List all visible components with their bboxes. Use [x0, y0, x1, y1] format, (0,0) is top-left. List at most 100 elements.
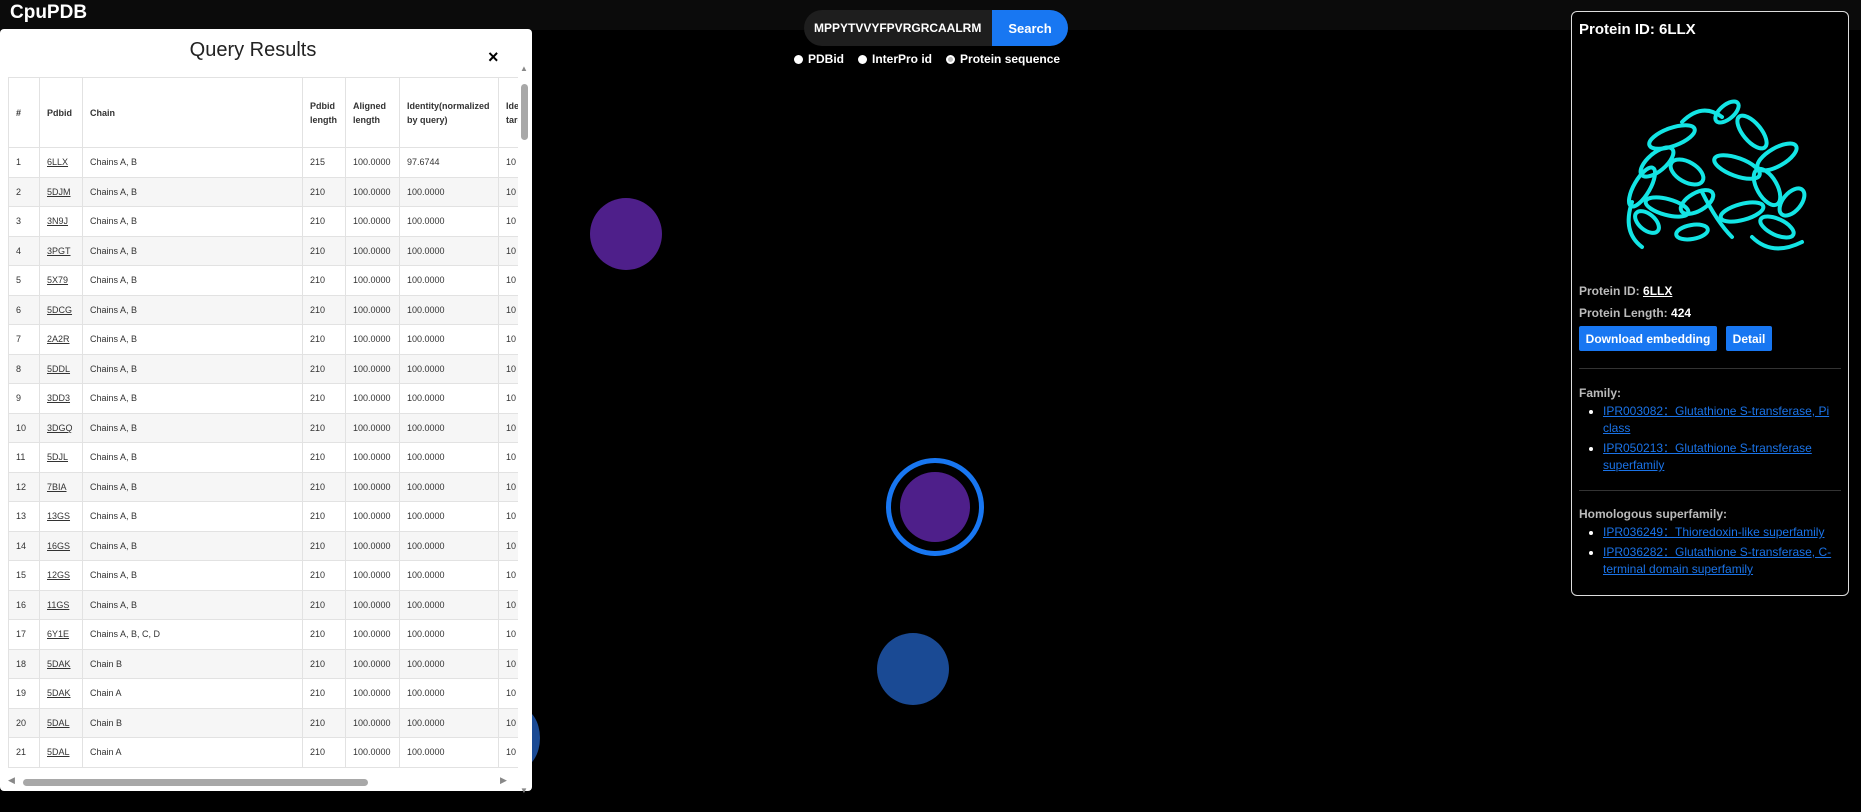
pdbid-link[interactable]: 16GS — [47, 541, 70, 551]
pdbid-link[interactable]: 5DAL — [47, 718, 70, 728]
pdbid-link[interactable]: 3DD3 — [47, 393, 70, 403]
table-row[interactable]: 7 2A2R Chains A, B 210 100.0000 100.0000 10 — [8, 324, 518, 355]
pdbid-link[interactable]: 5DDL — [47, 364, 70, 374]
radio-sequence-dot[interactable] — [946, 54, 956, 64]
table-row[interactable]: 11 5DJL Chains A, B 210 100.0000 100.0000 10 — [8, 442, 518, 473]
scroll-down-icon[interactable]: ▼ — [520, 786, 528, 795]
table-cell: 1 — [8, 147, 40, 178]
pdbid-link[interactable]: 3DGQ — [47, 423, 73, 433]
pdbid-link[interactable]: 5DJL — [47, 452, 68, 462]
table-cell: 100.0000 — [399, 294, 499, 325]
pdbid-link[interactable]: 3N9J — [47, 216, 68, 226]
homologous-link[interactable]: IPR036282：Glutathione S-transferase, C-t… — [1603, 545, 1831, 576]
detail-button[interactable]: Detail — [1726, 326, 1772, 351]
pdbid-link[interactable]: 13GS — [47, 511, 70, 521]
table-cell: 10 — [498, 737, 518, 768]
pdbid-link[interactable]: 6Y1E — [47, 629, 69, 639]
column-header[interactable]: Aligned length — [345, 77, 400, 148]
app-logo[interactable]: CpuPDB — [10, 2, 87, 24]
close-icon[interactable]: × — [488, 47, 499, 68]
table-cell: 100.0000 — [399, 442, 499, 473]
table-cell: Chain A — [82, 678, 303, 709]
radio-pdbid-dot[interactable] — [794, 54, 803, 64]
selected-protein-node[interactable] — [886, 458, 984, 556]
table-row[interactable]: 18 5DAK Chain B 210 100.0000 100.0000 10 — [8, 648, 518, 679]
column-header[interactable]: Pdbid length — [302, 77, 346, 148]
table-row[interactable]: 14 16GS Chains A, B 210 100.0000 100.0000 10 — [8, 530, 518, 561]
horizontal-scrollbar[interactable]: ◀ ▶ — [8, 775, 518, 789]
scroll-right-icon[interactable]: ▶ — [500, 775, 507, 786]
pdbid-cell: 5X79 — [39, 265, 83, 296]
scroll-left-icon[interactable]: ◀ — [8, 775, 15, 786]
column-header[interactable]: # — [8, 77, 40, 148]
family-link[interactable]: IPR003082：Glutathione S-transferase, Pi … — [1603, 404, 1829, 435]
table-cell: 210 — [302, 265, 346, 296]
column-header[interactable]: Pdbid — [39, 77, 83, 148]
table-row[interactable]: 19 5DAK Chain A 210 100.0000 100.0000 10 — [8, 678, 518, 709]
table-row[interactable]: 5 5X79 Chains A, B 210 100.0000 100.0000 10 — [8, 265, 518, 296]
protein-info-panel: Protein ID: 6LLX Protein ID: 6LLX Protei… — [1571, 11, 1849, 596]
table-cell: 100.0000 — [345, 442, 400, 473]
pdbid-link[interactable]: 12GS — [47, 570, 70, 580]
table-cell: 10 — [498, 619, 518, 650]
table-row[interactable]: 21 5DAL Chain A 210 100.0000 100.0000 10 — [8, 737, 518, 768]
pdbid-link[interactable]: 5DAL — [47, 747, 70, 757]
protein-node[interactable] — [590, 198, 662, 270]
pdbid-link[interactable]: 6LLX — [47, 157, 68, 167]
pdbid-link[interactable]: 2A2R — [47, 334, 70, 344]
table-row[interactable]: 2 5DJM Chains A, B 210 100.0000 100.0000 10 — [8, 176, 518, 207]
table-row[interactable]: 10 3DGQ Chains A, B 210 100.0000 100.0000 10 — [8, 412, 518, 443]
pdbid-link[interactable]: 3PGT — [47, 246, 71, 256]
table-cell: 2 — [8, 176, 40, 207]
column-header[interactable]: Chain — [82, 77, 303, 148]
pdbid-link[interactable]: 5DJM — [47, 187, 71, 197]
table-row[interactable]: 1 6LLX Chains A, B 215 100.0000 97.6744 10 — [8, 147, 518, 178]
table-row[interactable]: 13 13GS Chains A, B 210 100.0000 100.0000 10 — [8, 501, 518, 532]
table-row[interactable]: 6 5DCG Chains A, B 210 100.0000 100.0000 10 — [8, 294, 518, 325]
table-row[interactable]: 16 11GS Chains A, B 210 100.0000 100.0000 10 — [8, 589, 518, 620]
table-row[interactable]: 20 5DAL Chain B 210 100.0000 100.0000 10 — [8, 707, 518, 738]
radio-pdbid[interactable]: PDBid — [794, 52, 844, 66]
table-cell: 210 — [302, 294, 346, 325]
table-row[interactable]: 8 5DDL Chains A, B 210 100.0000 100.0000 10 — [8, 353, 518, 384]
vertical-scrollbar[interactable]: ▲ ▼ — [518, 64, 530, 798]
search-input[interactable] — [804, 10, 992, 46]
pdbid-link[interactable]: 5DAK — [47, 688, 71, 698]
download-embedding-button[interactable]: Download embedding — [1579, 326, 1717, 351]
table-cell: 17 — [8, 619, 40, 650]
table-row[interactable]: 4 3PGT Chains A, B 210 100.0000 100.0000 10 — [8, 235, 518, 266]
table-cell: 100.0000 — [345, 737, 400, 768]
protein-node[interactable] — [877, 633, 949, 705]
horizontal-scroll-thumb[interactable] — [23, 779, 368, 786]
radio-interpro[interactable]: InterPro id — [858, 52, 932, 66]
protein-id-link[interactable]: 6LLX — [1643, 284, 1672, 298]
pdbid-link[interactable]: 5DCG — [47, 305, 72, 315]
column-header[interactable]: Identity(normalized by target) — [498, 77, 518, 148]
pdbid-link[interactable]: 7BIA — [47, 482, 67, 492]
table-row[interactable]: 3 3N9J Chains A, B 210 100.0000 100.0000 10 — [8, 206, 518, 237]
table-cell: Chains A, B — [82, 294, 303, 325]
homologous-link[interactable]: IPR036249：Thioredoxin-like superfamily — [1603, 525, 1824, 539]
pdbid-link[interactable]: 11GS — [47, 600, 69, 610]
pdbid-link[interactable]: 5X79 — [47, 275, 68, 285]
pdbid-link[interactable]: 5DAK — [47, 659, 71, 669]
column-header[interactable]: Identity(normalized by query) — [399, 77, 499, 148]
table-cell: 100.0000 — [345, 471, 400, 502]
table-row[interactable]: 12 7BIA Chains A, B 210 100.0000 100.0000 10 — [8, 471, 518, 502]
search-button[interactable]: Search — [992, 10, 1068, 46]
scroll-up-icon[interactable]: ▲ — [520, 64, 528, 73]
protein-id-line: Protein ID: 6LLX — [1579, 284, 1672, 298]
table-cell: 100.0000 — [399, 383, 499, 414]
table-cell: 9 — [8, 383, 40, 414]
selected-protein-node-core[interactable] — [900, 472, 970, 542]
vertical-scroll-thumb[interactable] — [521, 84, 528, 140]
family-link[interactable]: IPR050213：Glutathione S-transferase supe… — [1603, 441, 1812, 472]
radio-interpro-dot[interactable] — [858, 54, 867, 64]
table-row[interactable]: 9 3DD3 Chains A, B 210 100.0000 100.0000 10 — [8, 383, 518, 414]
results-table-container[interactable]: # Pdbid Chain Pdbid length Aligned lengt… — [8, 77, 518, 777]
table-cell: 100.0000 — [345, 353, 400, 384]
radio-sequence[interactable]: Protein sequence — [946, 52, 1060, 66]
table-cell: Chains A, B — [82, 560, 303, 591]
table-row[interactable]: 15 12GS Chains A, B 210 100.0000 100.0000 10 — [8, 560, 518, 591]
table-row[interactable]: 17 6Y1E Chains A, B, C, D 210 100.0000 100.00… — [8, 619, 518, 650]
